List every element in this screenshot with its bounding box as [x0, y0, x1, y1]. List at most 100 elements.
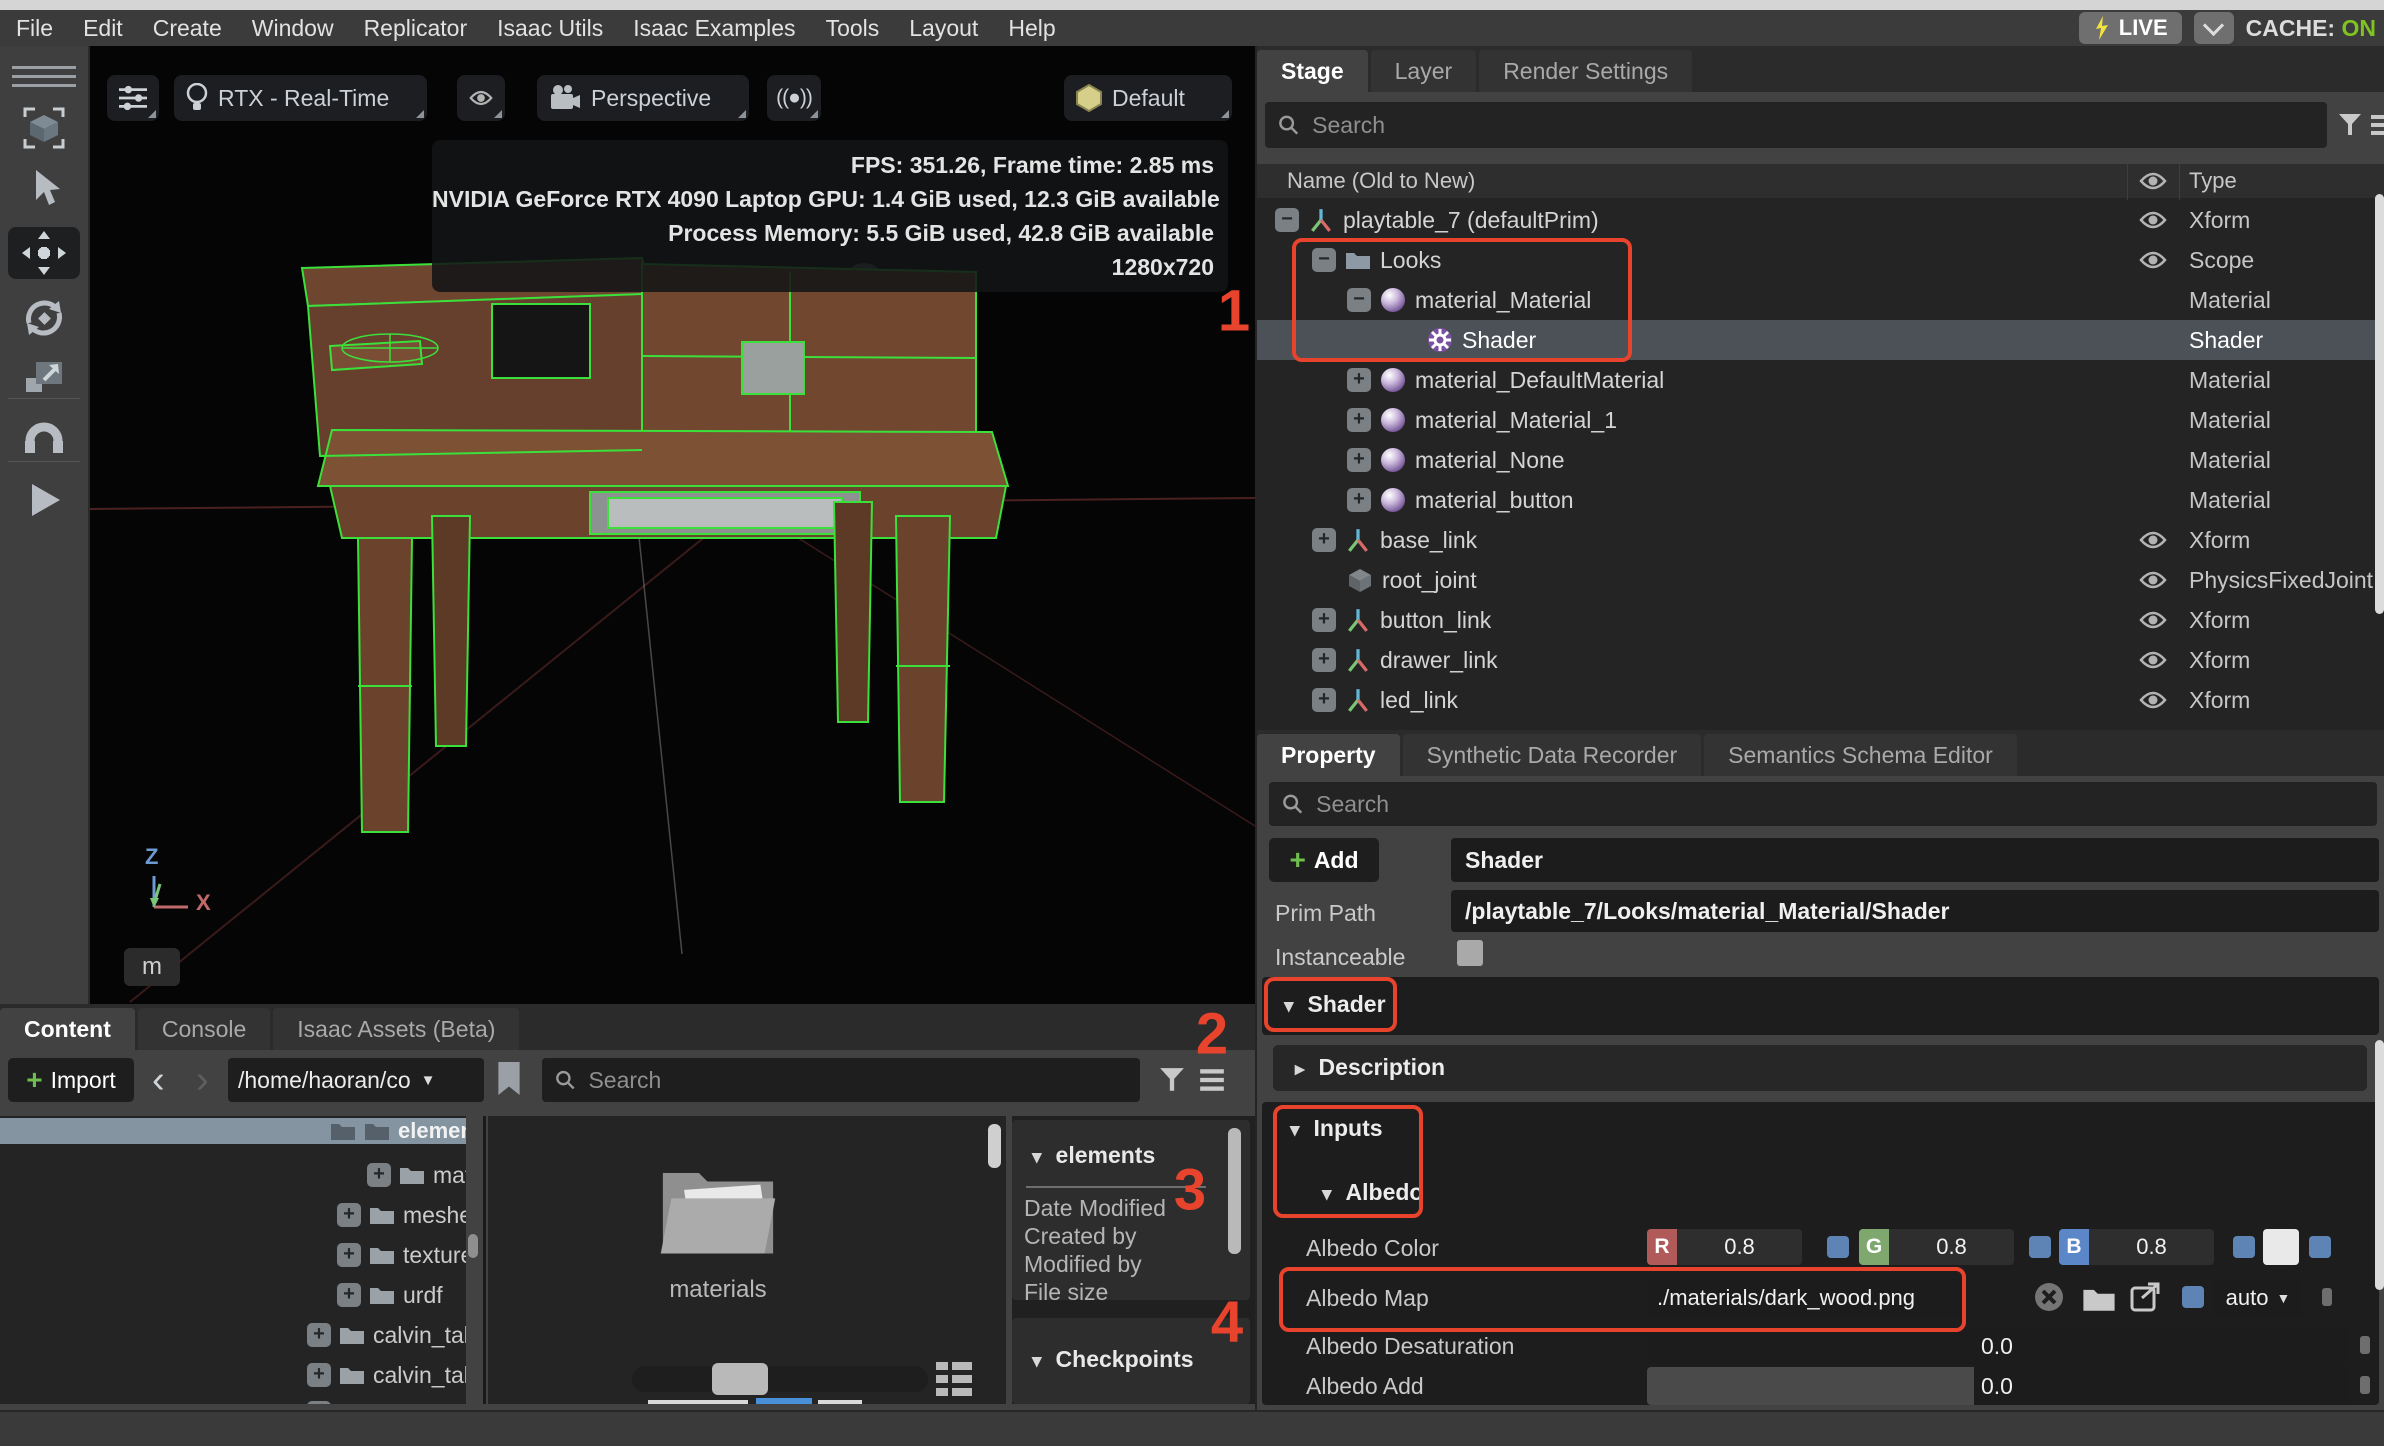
tab-isaac-assets[interactable]: Isaac Assets (Beta) — [273, 1008, 519, 1050]
render-mode-button[interactable]: RTX - Real-Time — [174, 75, 427, 121]
expand-toggle[interactable] — [1312, 608, 1336, 632]
filter-funnel-icon[interactable] — [1158, 1066, 1186, 1094]
tree-scrollbar[interactable] — [468, 1234, 478, 1258]
stage-search-field[interactable] — [1265, 102, 2327, 148]
scale-tool[interactable] — [8, 350, 80, 402]
options-hamburger-icon[interactable] — [2369, 112, 2384, 138]
tab-layer[interactable]: Layer — [1371, 50, 1477, 92]
path-breadcrumb-dropdown[interactable]: /home/haoran/co ▼ — [228, 1058, 484, 1102]
expand-toggle[interactable] — [307, 1401, 331, 1404]
table-row-root-joint[interactable]: root_joint PhysicsFixedJoint — [1257, 560, 2384, 600]
property-scrollbar[interactable] — [2375, 1040, 2384, 1290]
menu-isaac-examples[interactable]: Isaac Examples — [633, 15, 795, 42]
file-item-materials[interactable]: materials — [638, 1156, 798, 1356]
tree-item-calvin-table[interactable]: calvin_table — [307, 1318, 466, 1352]
nav-back-button[interactable]: ‹ — [152, 1058, 165, 1102]
table-row-shader-selected[interactable]: Shader Shader — [1257, 320, 2384, 360]
select-tool[interactable] — [8, 162, 80, 214]
elements-section-header[interactable]: ▾elements — [1032, 1142, 1155, 1169]
frame-selection-tool[interactable] — [8, 102, 80, 154]
blue-channel-value[interactable]: 0.8 — [2089, 1229, 2214, 1265]
menu-help[interactable]: Help — [1008, 15, 1055, 42]
expand-toggle[interactable] — [1312, 648, 1336, 672]
units-meter-badge[interactable]: m — [124, 948, 180, 986]
albedo-add-slider[interactable]: 0.0 — [1647, 1367, 2347, 1405]
table-row-led-link[interactable]: led_link Xform — [1257, 680, 2384, 720]
channel-link-swatch[interactable] — [2029, 1236, 2051, 1258]
table-row-button-link[interactable]: button_link Xform — [1257, 600, 2384, 640]
menu-tools[interactable]: Tools — [826, 15, 880, 42]
table-row-playtable7[interactable]: playtable_7 (defaultPrim) Xform — [1257, 200, 2384, 240]
table-row-base-link[interactable]: base_link Xform — [1257, 520, 2384, 560]
panel-grab-handle[interactable] — [12, 66, 76, 90]
albedo-section-header[interactable]: ▾Albedo — [1322, 1179, 1424, 1206]
menu-create[interactable]: Create — [153, 15, 222, 42]
expand-toggle[interactable] — [1312, 528, 1336, 552]
live-dropdown-button[interactable] — [2194, 12, 2234, 44]
channel-link-swatch[interactable] — [1827, 1236, 1849, 1258]
info-scrollbar[interactable] — [1228, 1128, 1241, 1254]
expand-toggle[interactable] — [307, 1323, 331, 1347]
content-search-input[interactable] — [586, 1066, 1128, 1095]
visibility-options-button[interactable] — [457, 75, 505, 121]
rotate-tool[interactable] — [8, 292, 80, 344]
albedo-map-path-field[interactable]: ./materials/dark_wood.png — [1647, 1279, 1967, 1317]
collapse-toggle[interactable] — [1347, 288, 1371, 312]
prim-name-field[interactable]: Shader — [1451, 838, 2379, 882]
tree-item-meshes[interactable]: meshes — [337, 1198, 466, 1232]
tree-item-calvin-table[interactable]: calvin_table — [307, 1358, 466, 1392]
tab-content[interactable]: Content — [0, 1008, 135, 1050]
tree-item-textures[interactable]: textures — [337, 1238, 466, 1272]
stage-search-input[interactable] — [1310, 111, 2315, 140]
grid-view-toggle-icon[interactable] — [936, 1362, 972, 1396]
colorspace-dropdown[interactable]: auto ▼ — [2214, 1279, 2302, 1317]
table-row-material-defaultmaterial[interactable]: material_DefaultMaterial Material — [1257, 360, 2384, 400]
red-channel-value[interactable]: 0.8 — [1677, 1229, 1802, 1265]
menu-isaac-utils[interactable]: Isaac Utils — [497, 15, 603, 42]
visibility-eye-icon[interactable] — [2139, 609, 2167, 631]
play-button[interactable] — [8, 474, 80, 526]
channel-link-swatch[interactable] — [2182, 1286, 2204, 1308]
expand-toggle[interactable] — [337, 1203, 361, 1227]
expand-toggle[interactable] — [337, 1243, 361, 1267]
menu-layout[interactable]: Layout — [909, 15, 978, 42]
tab-console[interactable]: Console — [138, 1008, 270, 1050]
expand-toggle[interactable] — [367, 1163, 391, 1187]
tab-stage[interactable]: Stage — [1257, 50, 1368, 92]
shader-section-header[interactable]: ▾Shader — [1284, 991, 1386, 1018]
expand-toggle[interactable] — [337, 1283, 361, 1307]
tree-item-calvin-table[interactable]: calvin_table — [307, 1396, 466, 1404]
visibility-eye-icon[interactable] — [2139, 569, 2167, 591]
checkpoints-section-header[interactable]: ▾Checkpoints — [1032, 1346, 1194, 1373]
visibility-eye-icon[interactable] — [2139, 209, 2167, 231]
prim-path-field[interactable]: /playtable_7/Looks/material_Material/Sha… — [1451, 890, 2379, 932]
audio-button[interactable]: ((●)) — [767, 75, 821, 121]
camera-button[interactable]: Perspective — [537, 75, 749, 121]
expand-toggle[interactable] — [1312, 688, 1336, 712]
viewport-settings-button[interactable] — [107, 75, 159, 121]
grid-scrollbar[interactable] — [988, 1124, 1001, 1168]
expand-toggle[interactable] — [307, 1363, 331, 1387]
visibility-eye-icon[interactable] — [2139, 249, 2167, 271]
expand-toggle[interactable] — [1347, 368, 1371, 392]
visibility-eye-icon[interactable] — [2139, 529, 2167, 551]
collapse-toggle[interactable] — [1312, 248, 1336, 272]
open-external-icon[interactable] — [2130, 1282, 2162, 1312]
default-indicator-dot[interactable] — [2360, 1336, 2370, 1354]
viewport-3d[interactable]: RTX - Real-Time Perspective ((●)) Defaul… — [90, 46, 1255, 1004]
stage-scrollbar[interactable] — [2375, 194, 2384, 614]
default-indicator-dot[interactable] — [2322, 1288, 2332, 1306]
clear-texture-icon[interactable] — [2034, 1282, 2064, 1312]
filter-funnel-icon[interactable] — [2337, 112, 2363, 138]
table-row-material-none[interactable]: material_None Material — [1257, 440, 2384, 480]
live-sync-button[interactable]: LIVE — [2079, 12, 2182, 44]
move-tool[interactable] — [8, 227, 80, 279]
menu-edit[interactable]: Edit — [83, 15, 123, 42]
collapse-toggle[interactable] — [1275, 208, 1299, 232]
menu-window[interactable]: Window — [252, 15, 334, 42]
browse-folder-icon[interactable] — [2082, 1286, 2116, 1312]
tab-semantics-schema-editor[interactable]: Semantics Schema Editor — [1704, 734, 2017, 776]
description-section[interactable]: ▸Description — [1273, 1045, 2367, 1091]
channel-link-swatch[interactable] — [2233, 1236, 2255, 1258]
channel-link-swatch[interactable] — [2309, 1236, 2331, 1258]
